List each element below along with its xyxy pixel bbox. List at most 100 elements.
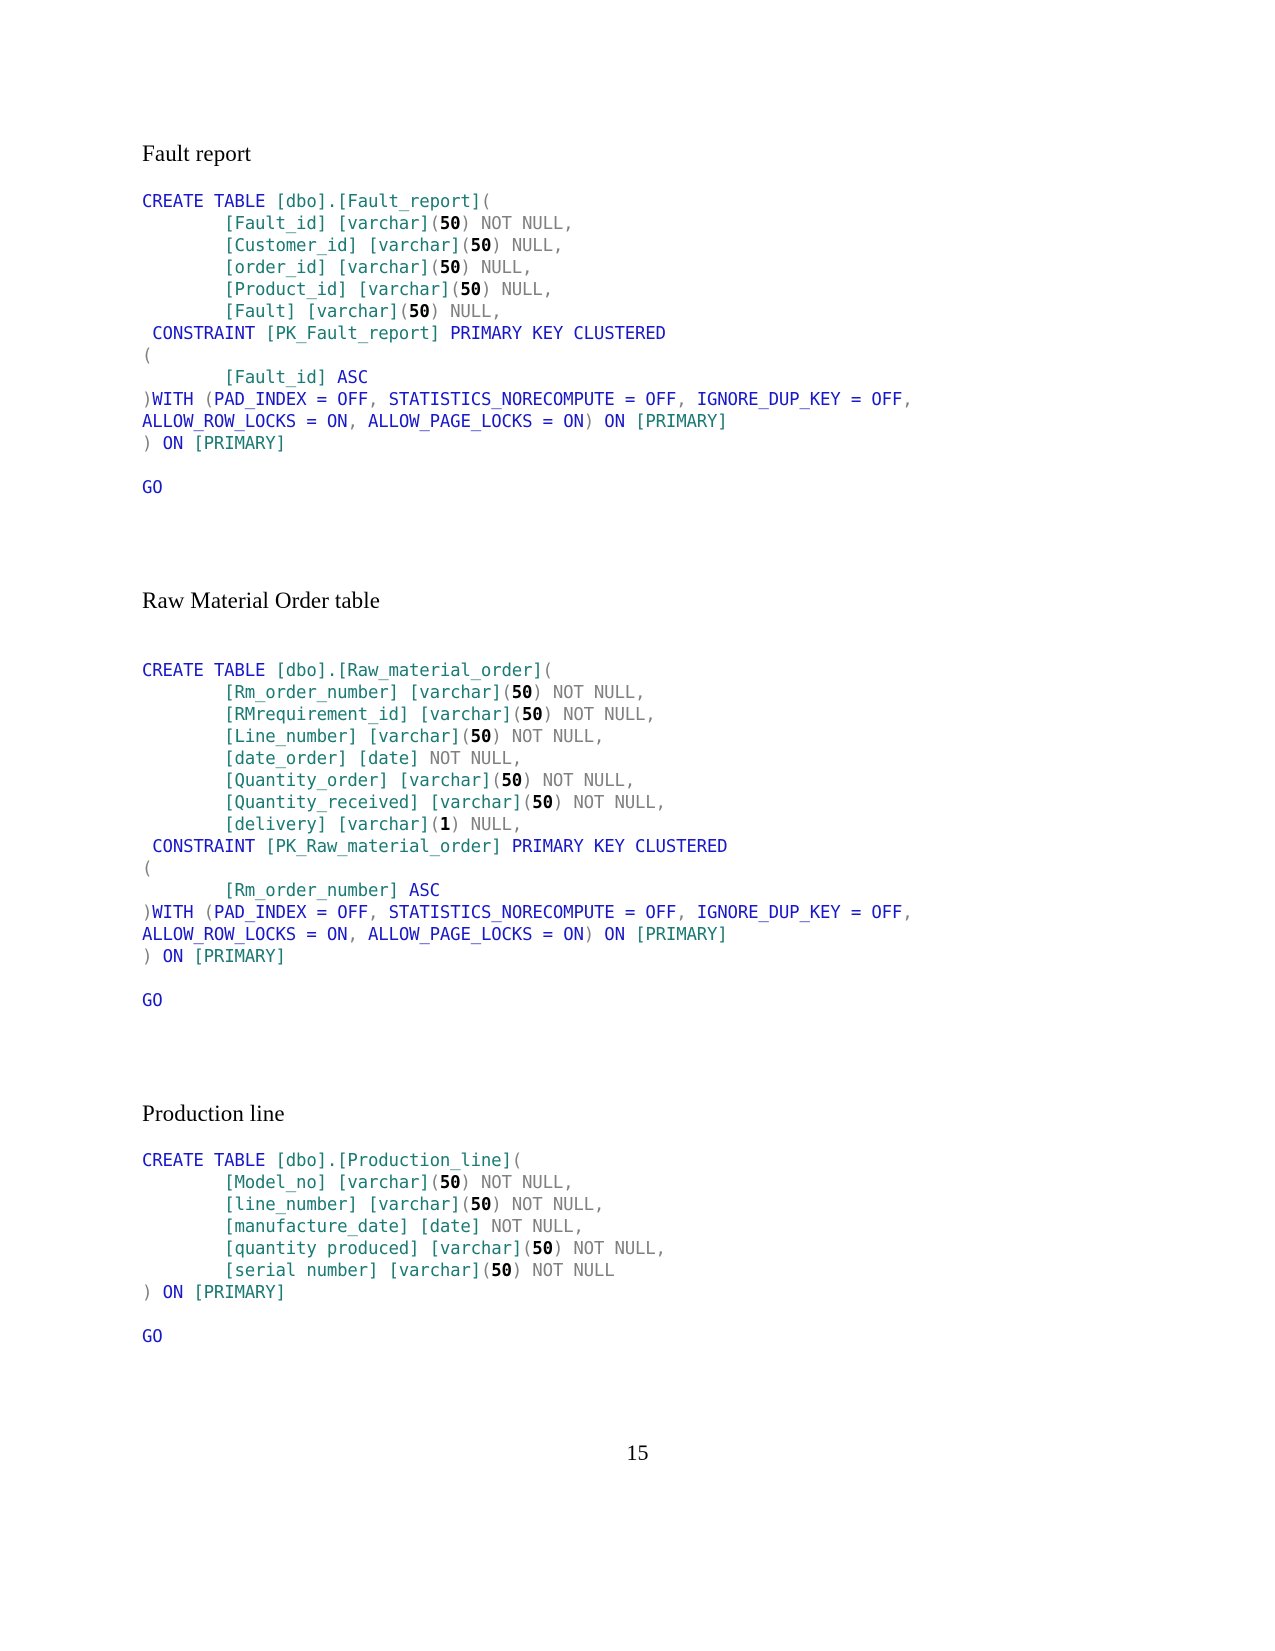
code-token: = [306,411,317,432]
code-token: CONSTRAINT [152,836,266,857]
code-token: ( [511,704,523,725]
sql-code-block-fault-report: CREATE TABLE [dbo].[Fault_report]( [Faul… [142,191,1132,499]
code-token: ) NULL, [491,235,564,256]
code-token: 50 [532,792,553,813]
code-token: [PRIMARY] [193,433,286,454]
code-token: 50 [511,682,533,703]
code-token: ALLOW_ROW_LOCKS [142,924,297,945]
code-token: WITH [152,902,204,923]
code-token: [manufacture_date] [date] [224,1217,481,1238]
code-token: GO [142,477,163,498]
code-token: [Customer_id] [varchar] [224,235,461,256]
code-token: ) [583,411,595,432]
code-token: 50 [470,1195,492,1216]
code-token: ) [583,924,595,945]
code-token: 50 [491,1261,512,1282]
code-token: [Rm_order_number] [varchar] [224,682,502,703]
code-token: [PRIMARY] [635,924,728,945]
code-token: ALLOW_PAGE_LOCKS [368,924,533,945]
page-number: 15 [626,1440,649,1465]
code-token: ) NULL, [480,279,553,300]
code-token: ON [162,1283,184,1304]
code-token: ( [203,389,214,410]
code-token: ) [142,902,153,923]
code-token: = [306,924,317,945]
code-token: [RMrequirement_id] [varchar] [224,704,512,725]
code-token: OFF [337,902,369,923]
code-token: , [902,389,913,410]
code-token: [Quantity_order] [varchar] [224,770,492,791]
code-token: ( [429,257,440,278]
code-token: ON [162,433,184,454]
code-token: GO [142,990,163,1011]
code-token: = [850,389,862,410]
code-token: ( [203,902,214,923]
code-token: ( [142,345,153,366]
code-token: = [624,389,636,410]
code-token: [Fault_id] [224,367,327,388]
code-token: [quantity produced] [varchar] [224,1239,523,1260]
code-token: 50 [439,1173,461,1194]
code-token: ) [142,389,153,410]
code-token: ( [542,660,553,681]
code-token: ( [460,726,471,747]
code-token: = [542,411,553,432]
code-token: ( [429,213,440,234]
code-token: NOT NULL, [480,1217,584,1238]
code-token: CREATE TABLE [142,1151,276,1172]
code-token: PRIMARY KEY CLUSTERED [511,836,728,857]
code-token: 50 [409,301,430,322]
code-token: , [347,924,358,945]
code-token: IGNORE_DUP_KEY [696,389,841,410]
code-token: [PRIMARY] [193,1283,286,1304]
code-token: STATISTICS_NORECOMPUTE [388,902,615,923]
code-token: IGNORE_DUP_KEY [696,902,841,923]
code-token: [Line_number] [varchar] [224,726,461,747]
code-token: ALLOW_PAGE_LOCKS [368,411,533,432]
code-token: [Product_id] [varchar] [224,279,451,300]
section-production-line: Production line CREATE TABLE [dbo].[Prod… [142,1100,1132,1349]
code-token: 50 [470,726,492,747]
code-token: ) NOT NULL, [522,770,636,791]
code-token: ) NULL, [450,814,523,835]
code-token: ( [429,1173,440,1194]
code-token: , [368,902,379,923]
code-token: ( [501,682,512,703]
code-token: [PK_Fault_report] [265,323,440,344]
code-token: ( [429,814,440,835]
code-token: ON [326,924,348,945]
code-token: ( [480,191,492,212]
code-token: [PRIMARY] [193,946,286,967]
code-token: ON [604,411,625,432]
code-token: ) NULL, [460,257,533,278]
